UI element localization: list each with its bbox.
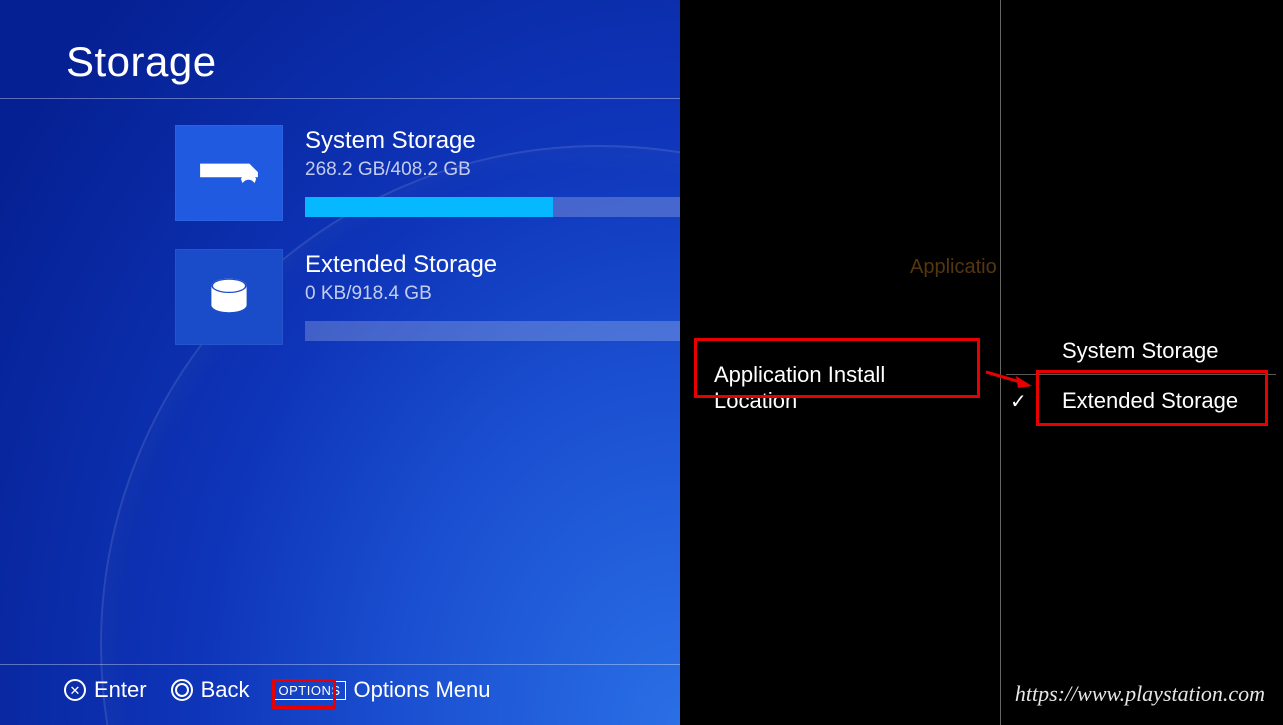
storage-list: System Storage 268.2 GB/408.2 GB Extende… [175, 115, 680, 363]
hint-label: Back [201, 677, 250, 703]
storage-info-system: System Storage 268.2 GB/408.2 GB [305, 125, 680, 217]
storage-usage: 268.2 GB/408.2 GB [305, 159, 680, 181]
context-menu-panel: Applicatio Application Install Location … [680, 0, 1283, 725]
panel-divider [1000, 0, 1001, 725]
hint-label: Enter [94, 677, 147, 703]
page-title: Storage [66, 38, 217, 86]
storage-settings-panel: Storage System Storage 268.2 GB/408.2 GB [0, 0, 680, 725]
watermark-url: https://www.playstation.com [1015, 681, 1265, 707]
cross-button-icon: ✕ [64, 679, 86, 701]
install-location-option-extended[interactable]: Extended Storage [1048, 378, 1268, 424]
options-divider [1006, 374, 1276, 375]
checkmark-icon: ✓ [1010, 389, 1027, 414]
storage-item-system[interactable]: System Storage 268.2 GB/408.2 GB [175, 115, 680, 239]
usage-bar-track [305, 321, 680, 341]
usage-bar-track [305, 197, 680, 217]
footer-divider [0, 664, 680, 665]
ghost-text: Applicatio [910, 256, 997, 279]
context-menu-item-install-location[interactable]: Application Install Location [698, 350, 978, 426]
storage-usage: 0 KB/918.4 GB [305, 283, 680, 305]
storage-name: System Storage [305, 127, 680, 155]
storage-item-extended[interactable]: Extended Storage 0 KB/918.4 GB [175, 239, 680, 363]
storage-info-extended: Extended Storage 0 KB/918.4 GB [305, 249, 680, 341]
circle-button-icon [171, 679, 193, 701]
drive-icon [175, 249, 283, 345]
footer-hints: ✕ Enter Back OPTIONS Options Menu [64, 677, 491, 703]
options-button-icon: OPTIONS [274, 681, 346, 700]
console-icon [175, 125, 283, 221]
usage-bar-fill [305, 197, 553, 217]
storage-name: Extended Storage [305, 251, 680, 279]
hint-back: Back [171, 677, 250, 703]
hint-options: OPTIONS Options Menu [274, 677, 491, 703]
hint-enter: ✕ Enter [64, 677, 147, 703]
install-location-option-system[interactable]: System Storage [1048, 328, 1268, 374]
title-divider [0, 98, 680, 99]
arrow-icon [984, 362, 1032, 392]
hint-label: Options Menu [354, 677, 491, 703]
